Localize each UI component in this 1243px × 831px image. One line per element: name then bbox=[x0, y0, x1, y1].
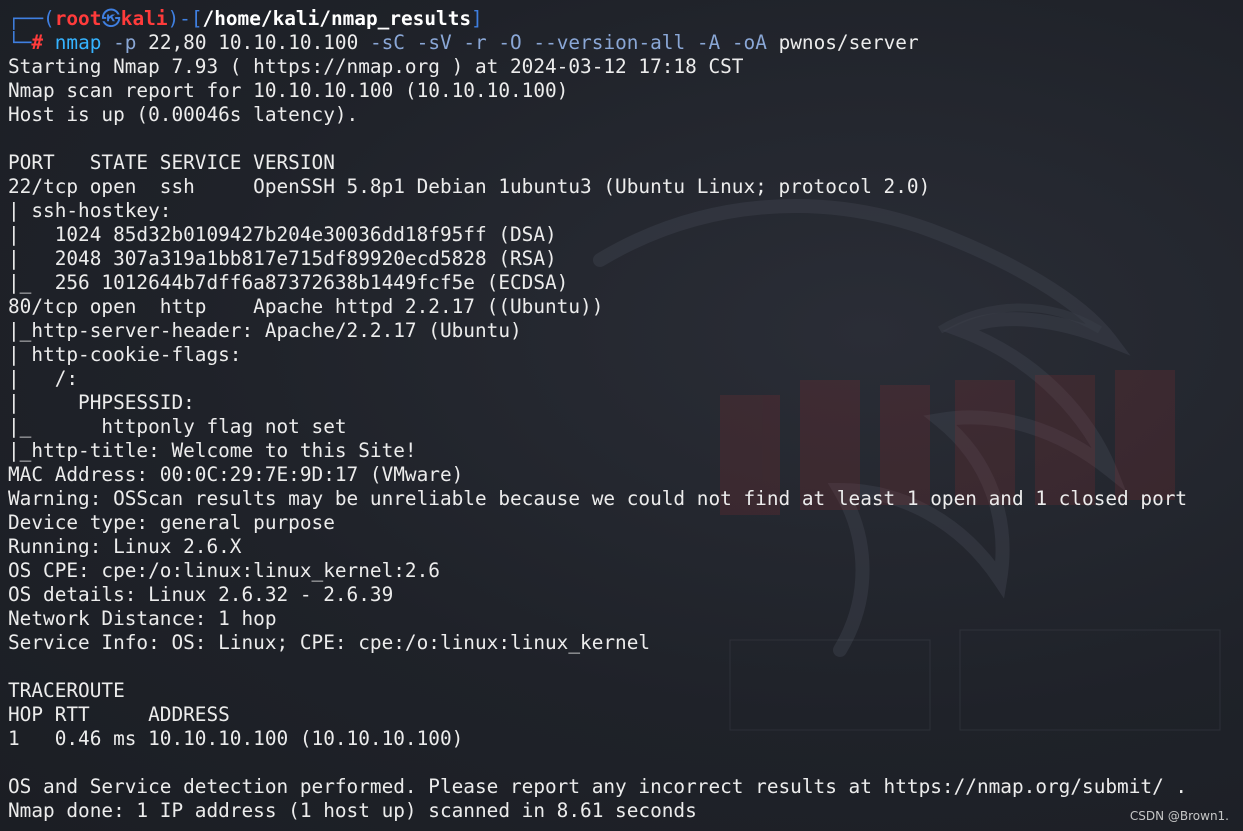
output-line: MAC Address: 00:0C:29:7E:9D:17 (VMware) bbox=[8, 463, 464, 486]
command-line[interactable]: └─# nmap -p 22,80 10.10.10.100 -sC -sV -… bbox=[8, 31, 1238, 55]
output-line: |_http-server-header: Apache/2.2.17 (Ubu… bbox=[8, 319, 522, 342]
output-line: HOP RTT ADDRESS bbox=[8, 703, 230, 726]
output-line: Nmap done: 1 IP address (1 host up) scan… bbox=[8, 799, 697, 822]
terminal-window[interactable]: ┌──(root㉿kali)-[/home/kali/nmap_results]… bbox=[0, 0, 1243, 831]
output-line: | /: bbox=[8, 367, 90, 390]
output-line: |_ httponly flag not set bbox=[8, 415, 347, 438]
output-line: | http-cookie-flags: bbox=[8, 343, 254, 366]
output-line: PORT STATE SERVICE VERSION bbox=[8, 151, 335, 174]
terminal-output: ┌──(root㉿kali)-[/home/kali/nmap_results]… bbox=[8, 7, 1238, 823]
output-line: 22/tcp open ssh OpenSSH 5.8p1 Debian 1ub… bbox=[8, 175, 931, 198]
output-line: | ssh-hostkey: bbox=[8, 199, 184, 222]
prompt-host: kali bbox=[120, 7, 168, 30]
prompt-path: /home/kali/nmap_results bbox=[202, 7, 472, 30]
output-line: Network Distance: 1 hop bbox=[8, 607, 277, 630]
output-line: Host is up (0.00046s latency). bbox=[8, 103, 359, 126]
output-line: 80/tcp open http Apache httpd 2.2.17 ((U… bbox=[8, 295, 604, 318]
output-line: TRACEROUTE bbox=[8, 679, 125, 702]
output-line: Running: Linux 2.6.X bbox=[8, 535, 242, 558]
output-line: | 2048 307a319a1bb817e715df89920ecd5828 … bbox=[8, 247, 557, 270]
output-line: | PHPSESSID: bbox=[8, 391, 207, 414]
command-arg-output: pwnos/server bbox=[766, 31, 919, 54]
command-opt-port: -p bbox=[101, 31, 137, 54]
prompt-hash: # bbox=[31, 31, 44, 54]
output-line: Device type: general purpose bbox=[8, 511, 335, 534]
output-line: |_ 256 1012644b7dff6a87372638b1449fcf5e … bbox=[8, 271, 569, 294]
command-arg-target: 22,80 10.10.10.100 bbox=[136, 31, 359, 54]
prompt-user: root bbox=[54, 7, 102, 30]
csdn-watermark: CSDN @Brown1. bbox=[1129, 809, 1229, 823]
output-line: Warning: OSScan results may be unreliabl… bbox=[8, 487, 1188, 510]
output-line: Nmap scan report for 10.10.10.100 (10.10… bbox=[8, 79, 569, 102]
output-line: OS details: Linux 2.6.32 - 2.6.39 bbox=[8, 583, 394, 606]
command-opt-flags: -sC -sV -r -O --version-all -A -oA bbox=[358, 31, 767, 54]
output-line: OS CPE: cpe:/o:linux:linux_kernel:2.6 bbox=[8, 559, 440, 582]
command-executable: nmap bbox=[54, 31, 102, 54]
output-line: 1 0.46 ms 10.10.10.100 (10.10.10.100) bbox=[8, 727, 464, 750]
output-line: Service Info: OS: Linux; CPE: cpe:/o:lin… bbox=[8, 631, 651, 654]
kali-skull-icon: ㉿ bbox=[101, 7, 121, 30]
output-line: OS and Service detection performed. Plea… bbox=[8, 775, 1188, 798]
output-line: Starting Nmap 7.93 ( https://nmap.org ) … bbox=[8, 55, 744, 78]
output-line: | 1024 85d32b0109427b204e30036dd18f95ff … bbox=[8, 223, 557, 246]
output-line: |_http-title: Welcome to this Site! bbox=[8, 439, 417, 462]
prompt-line-top: ┌──(root㉿kali)-[/home/kali/nmap_results] bbox=[8, 7, 483, 30]
